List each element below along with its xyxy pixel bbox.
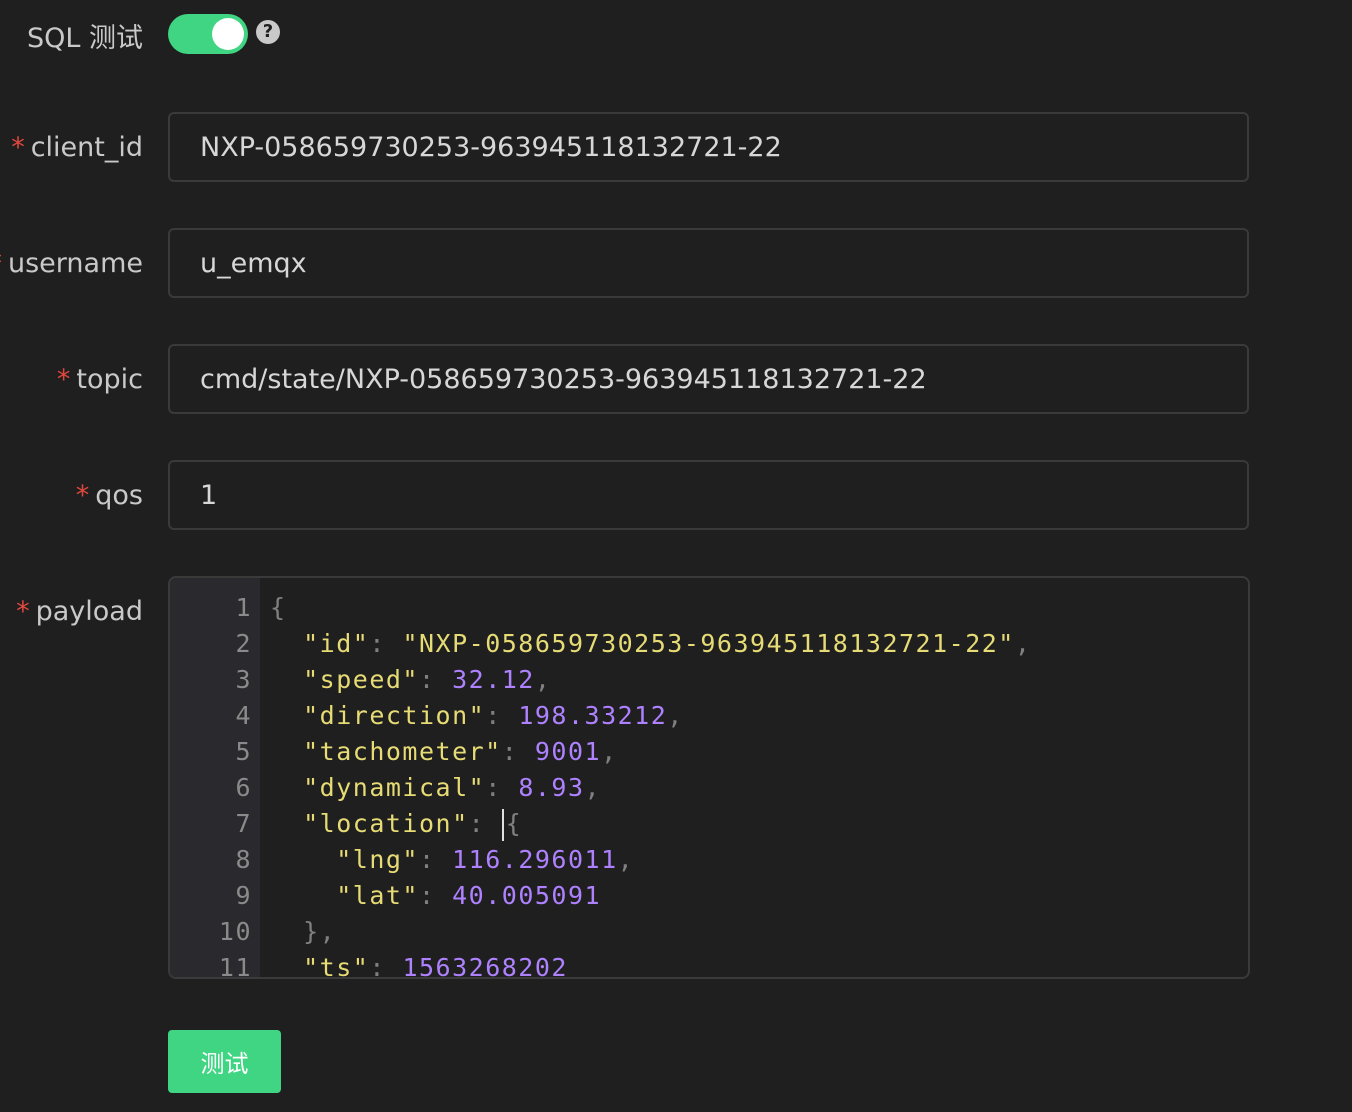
code-text: { <box>270 593 287 622</box>
code-text: "dynamical": 8.93, <box>303 773 602 802</box>
code-line: 9 "lat": 40.005091 <box>170 878 1248 914</box>
client-id-field <box>168 112 1249 182</box>
code-text: }, <box>303 917 337 946</box>
test-button[interactable]: 测试 <box>168 1030 281 1093</box>
code-text: "tachometer": 9001, <box>303 737 618 766</box>
code-text: "lng": 116.296011, <box>336 845 635 874</box>
client-id-label: * client_id <box>11 132 143 163</box>
username-row: *username <box>0 228 1352 300</box>
line-number: 6 <box>235 773 252 802</box>
code-line: 1{ <box>170 590 1248 626</box>
line-number: 9 <box>235 881 252 910</box>
username-field <box>168 228 1249 298</box>
client-id-input[interactable] <box>170 114 1247 180</box>
code-line: 5 "tachometer": 9001, <box>170 734 1248 770</box>
code-text: "ts": 1563268202 <box>303 953 568 979</box>
required-mark: * <box>75 480 90 511</box>
topic-input[interactable] <box>170 346 1247 412</box>
text-cursor <box>501 809 504 841</box>
required-mark: * <box>11 132 25 163</box>
client-id-row: * client_id <box>0 112 1352 184</box>
code-line: 4 "direction": 198.33212, <box>170 698 1248 734</box>
required-mark: * <box>56 364 71 395</box>
qos-row: * qos <box>0 460 1352 532</box>
code-text: "location": { <box>270 806 522 842</box>
topic-label: * topic <box>56 364 143 395</box>
code-line: 6 "dynamical": 8.93, <box>170 770 1248 806</box>
code-line: 10 }, <box>170 914 1248 950</box>
toggle-knob <box>212 18 244 50</box>
topic-row: * topic <box>0 344 1352 416</box>
line-number: 11 <box>218 953 252 979</box>
code-text: "lat": 40.005091 <box>336 881 602 910</box>
code-line: 3 "speed": 32.12, <box>170 662 1248 698</box>
line-number: 5 <box>235 737 252 766</box>
sql-test-row: SQL 测试 ? <box>0 0 1352 68</box>
username-label: *username <box>0 248 143 279</box>
code-text: "direction": 198.33212, <box>303 701 684 730</box>
sql-test-toggle[interactable] <box>168 14 248 54</box>
topic-field <box>168 344 1249 414</box>
code-text: "speed": 32.12, <box>303 665 552 694</box>
code-text: "id": "NXP-058659730253-963945118132721-… <box>303 629 1032 658</box>
code-line: 11 "ts": 1563268202 <box>170 950 1248 979</box>
code-line: 7 "location": { <box>170 806 1248 842</box>
qos-field <box>168 460 1249 530</box>
payload-label: * payload <box>16 596 143 627</box>
line-number: 4 <box>235 701 252 730</box>
payload-code-editor[interactable]: 1{2 "id": "NXP-058659730253-963945118132… <box>168 576 1250 979</box>
qos-label: * qos <box>75 480 143 511</box>
line-number: 10 <box>218 917 252 946</box>
username-input[interactable] <box>170 230 1247 296</box>
sql-test-label: SQL 测试 <box>26 23 143 54</box>
line-number: 7 <box>235 809 252 838</box>
line-number: 8 <box>235 845 252 874</box>
code-lines: 1{2 "id": "NXP-058659730253-963945118132… <box>170 590 1248 979</box>
required-mark: * <box>16 596 30 627</box>
line-number: 2 <box>235 629 252 658</box>
line-number: 3 <box>235 665 252 694</box>
qos-input[interactable] <box>170 462 1247 528</box>
code-line: 2 "id": "NXP-058659730253-96394511813272… <box>170 626 1248 662</box>
required-mark: * <box>0 248 2 279</box>
sql-test-form: SQL 测试 ? *client_id *username *topic *qo… <box>0 0 1352 1112</box>
code-line: 8 "lng": 116.296011, <box>170 842 1248 878</box>
question-circle-icon[interactable]: ? <box>256 20 280 44</box>
line-number: 1 <box>235 593 252 622</box>
